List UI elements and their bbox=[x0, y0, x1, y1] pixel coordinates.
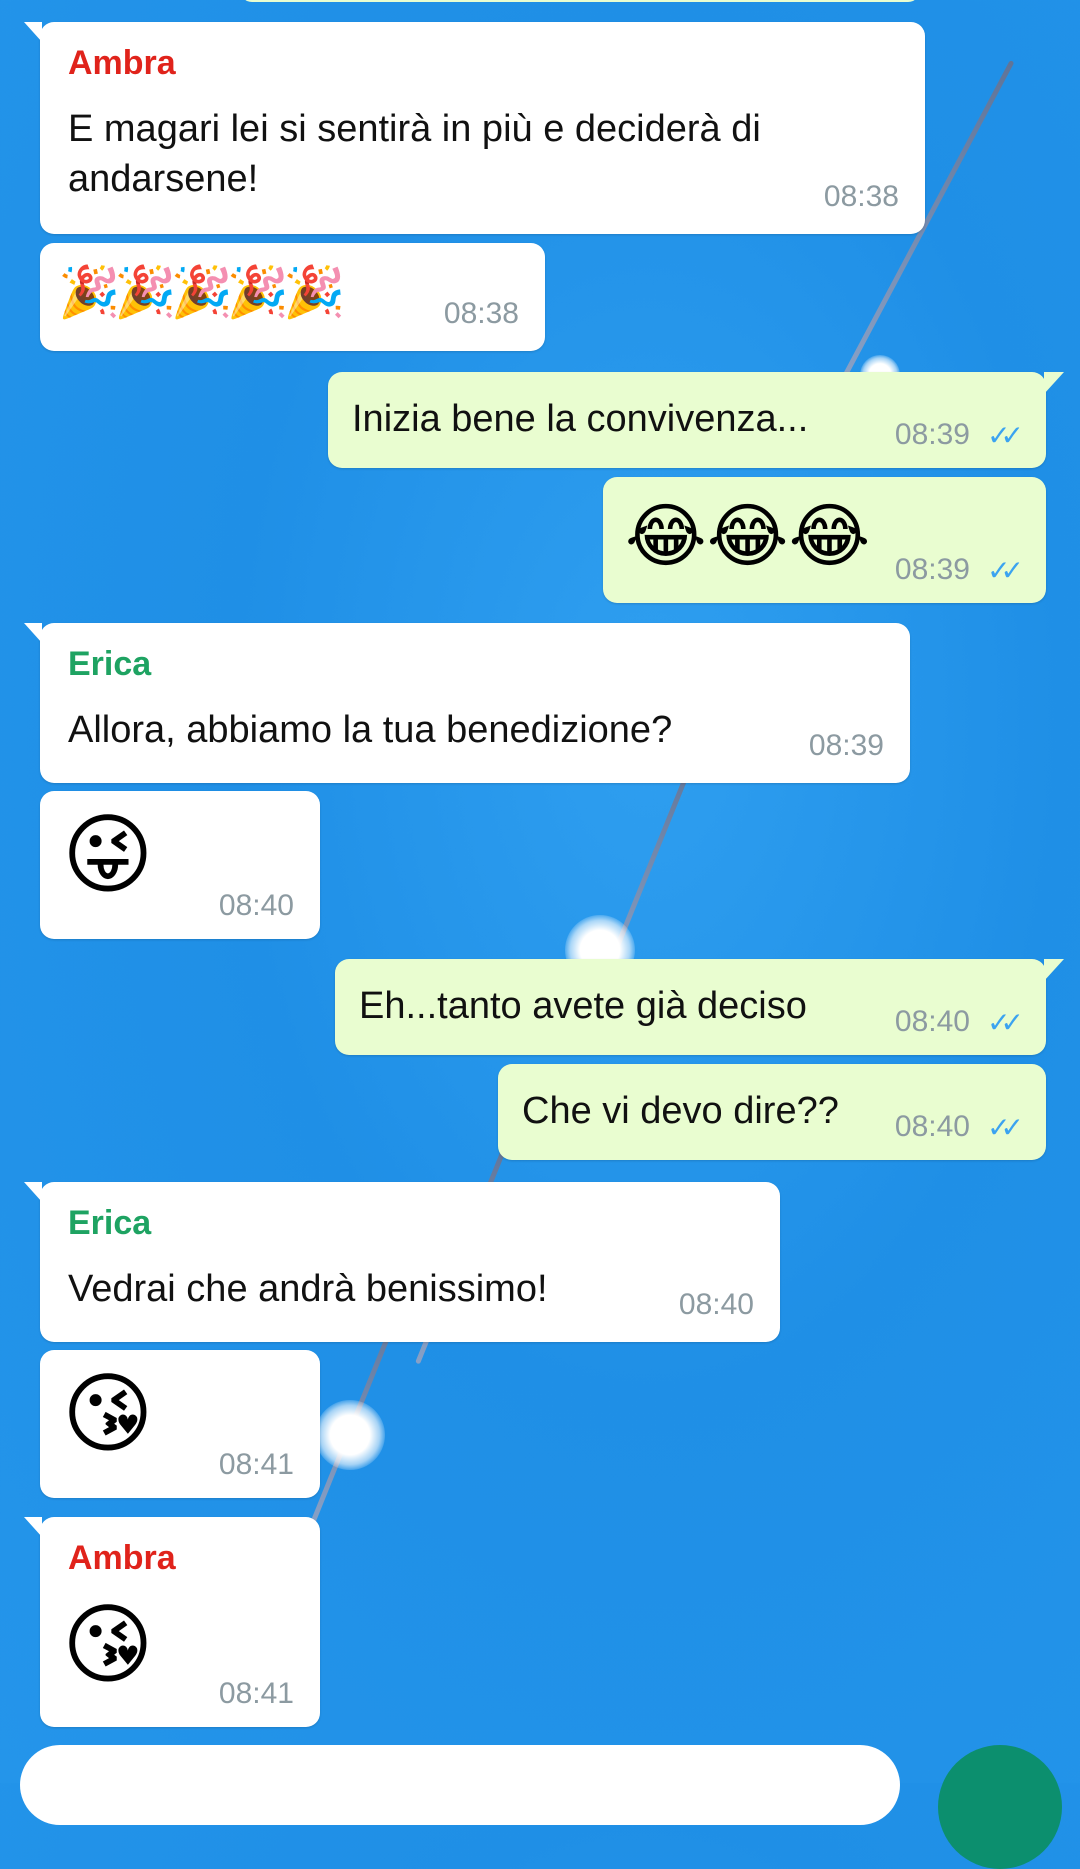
outgoing-message[interactable]: Eh...tanto avete già deciso 08:40 ✓✓ bbox=[335, 959, 1064, 1055]
double-check-icon: ✓✓ bbox=[987, 555, 1024, 586]
message-time: 08:41 bbox=[218, 1677, 294, 1710]
message-time: 08:40 bbox=[894, 1110, 970, 1143]
double-check-icon: ✓✓ bbox=[987, 1007, 1024, 1038]
incoming-message[interactable]: Erica Allora, abbiamo la tua benedizione… bbox=[24, 623, 910, 783]
party-popper-emoji: 🎉🎉🎉🎉🎉 bbox=[58, 264, 345, 320]
sender-name: Ambra bbox=[68, 44, 176, 82]
message-time: 08:39 bbox=[894, 418, 970, 451]
incoming-message[interactable]: Ambra E magari lei si sentirà in più e d… bbox=[24, 22, 925, 234]
face-blowing-kiss-emoji: 😘 bbox=[62, 1364, 154, 1463]
outgoing-message[interactable]: Che vi devo dire?? 08:40 ✓✓ bbox=[498, 1064, 1046, 1160]
message-time: 08:38 bbox=[823, 180, 899, 213]
message-input-bar[interactable] bbox=[20, 1745, 900, 1825]
incoming-message[interactable]: 🎉🎉🎉🎉🎉 08:38 bbox=[40, 243, 545, 351]
message-time: 08:40 bbox=[678, 1288, 754, 1321]
sender-name: Erica bbox=[68, 1204, 152, 1242]
message-text: Vedrai che andrà benissimo! bbox=[68, 1268, 548, 1310]
incoming-message[interactable]: Ambra 😘 08:41 bbox=[24, 1517, 320, 1727]
mic-button[interactable] bbox=[938, 1745, 1062, 1869]
double-check-icon: ✓✓ bbox=[987, 1112, 1024, 1143]
incoming-message[interactable]: 😘 08:41 bbox=[40, 1350, 320, 1498]
winking-tongue-emoji: 😜 bbox=[62, 805, 154, 904]
outgoing-message[interactable]: 😂😂😂 08:39 ✓✓ bbox=[603, 477, 1046, 603]
message-text: Che vi devo dire?? bbox=[522, 1090, 839, 1132]
message-text-line: E magari lei si sentirà in più e decider… bbox=[68, 108, 761, 150]
message-time: 08:40 bbox=[218, 889, 294, 922]
message-time: 08:41 bbox=[218, 1448, 294, 1481]
tears-of-joy-emoji: 😂😂😂 bbox=[625, 497, 871, 575]
face-blowing-kiss-emoji: 😘 bbox=[62, 1595, 154, 1694]
incoming-message[interactable]: Erica Vedrai che andrà benissimo! 08:40 bbox=[24, 1182, 780, 1342]
message-text: Eh...tanto avete già deciso bbox=[359, 985, 807, 1027]
chat-message-list[interactable]: Ambra E magari lei si sentirà in più e d… bbox=[0, 0, 1080, 1783]
sender-name: Erica bbox=[68, 645, 152, 683]
message-time: 08:39 bbox=[808, 729, 884, 762]
sender-name: Ambra bbox=[68, 1539, 176, 1577]
message-time: 08:38 bbox=[443, 297, 519, 330]
previous-message-edge bbox=[240, 0, 920, 2]
incoming-message[interactable]: 😜 08:40 bbox=[40, 791, 320, 939]
message-time: 08:39 bbox=[894, 553, 970, 586]
outgoing-message[interactable]: Inizia bene la convivenza... 08:39 ✓✓ bbox=[328, 372, 1064, 468]
message-text: Allora, abbiamo la tua benedizione? bbox=[68, 709, 673, 751]
message-time: 08:40 bbox=[894, 1005, 970, 1038]
message-text: Inizia bene la convivenza... bbox=[352, 398, 809, 440]
double-check-icon: ✓✓ bbox=[987, 420, 1024, 451]
message-text-line: andarsene! bbox=[68, 158, 259, 200]
message-text: E magari lei si sentirà in più e decider… bbox=[68, 104, 761, 204]
